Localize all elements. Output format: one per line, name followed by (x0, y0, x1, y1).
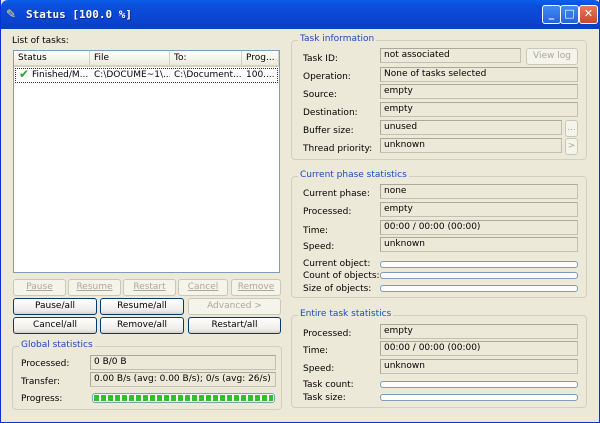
phase-processed-value: empty (380, 202, 578, 217)
current-object-bar (380, 261, 578, 268)
source-value: empty (380, 84, 578, 99)
restart-button[interactable]: Restart (123, 279, 176, 296)
resume-all-button[interactable]: Resume/all (100, 298, 184, 315)
task-list-header: Status File To: Prog... (14, 51, 279, 67)
checkmark-icon: ✔ (19, 67, 30, 81)
operation-value: None of tasks selected (380, 67, 578, 82)
status-window: ✎ Status [100.0 %] _ □ ✕ List of tasks: … (0, 0, 600, 423)
size-of-objects-label: Size of objects: (303, 284, 372, 294)
restart-label: Restart (133, 282, 166, 292)
global-statistics-title: Global statistics (19, 340, 95, 350)
task-count-bar (380, 381, 578, 388)
phase-time-value: 00:00 / 00:00 (00:00) (380, 220, 578, 235)
phase-speed-value: unknown (380, 237, 578, 252)
entire-processed-value: empty (380, 324, 578, 339)
count-of-objects-bar (380, 272, 578, 279)
entire-task-title: Entire task statistics (298, 309, 394, 319)
remove-button[interactable]: Remove (231, 279, 281, 296)
phase-time-label: Time: (303, 226, 329, 236)
current-phase-title: Current phase statistics (298, 170, 409, 180)
pause-all-button[interactable]: Pause/all (13, 298, 97, 315)
task-size-bar (380, 394, 578, 401)
column-progress[interactable]: Prog... (242, 51, 279, 67)
thread-priority-label: Thread priority: (303, 144, 373, 154)
title-bar[interactable]: ✎ Status [100.0 %] _ □ ✕ (1, 0, 600, 29)
app-folder-icon: ✎ (6, 7, 17, 21)
pause-button[interactable]: Pause (13, 279, 66, 296)
task-count-label: Task count: (303, 380, 354, 390)
destination-value: empty (380, 102, 578, 117)
phase-processed-label: Processed: (303, 207, 352, 217)
buffer-size-button[interactable]: ... (565, 120, 578, 137)
close-button[interactable]: ✕ (579, 5, 598, 24)
task-id-value: not associated (380, 48, 521, 63)
thread-priority-button[interactable]: > (565, 138, 578, 155)
row-to: C:\Document... (174, 70, 242, 80)
cancel-all-button[interactable]: Cancel/all (13, 317, 97, 334)
column-to[interactable]: To: (170, 51, 242, 67)
minimize-button[interactable]: _ (542, 5, 561, 24)
row-status: Finished/M... (32, 70, 88, 80)
count-of-objects-label: Count of objects: (303, 271, 380, 281)
pause-label: Pause (26, 282, 53, 292)
source-label: Source: (303, 90, 337, 100)
remove-label: Remove (237, 282, 275, 292)
phase-speed-label: Speed: (303, 242, 335, 252)
task-size-label: Task size: (303, 393, 346, 403)
entire-time-label: Time: (303, 346, 329, 356)
row-file: C:\DOCUME~1\... (94, 70, 170, 80)
buffer-size-label: Buffer size: (303, 126, 354, 136)
window-title: Status [100.0 %] (26, 8, 132, 21)
table-row[interactable]: ✔ Finished/M... C:\DOCUME~1\... C:\Docum… (15, 67, 278, 83)
cancel-button[interactable]: Cancel (178, 279, 228, 296)
resume-button[interactable]: Resume (68, 279, 121, 296)
cancel-label: Cancel (187, 282, 219, 292)
size-of-objects-bar (380, 285, 578, 292)
current-object-label: Current object: (303, 259, 371, 269)
column-file[interactable]: File (90, 51, 170, 67)
restart-all-button[interactable]: Restart/all (188, 317, 281, 334)
row-progress: 100.... (246, 70, 275, 80)
task-id-label: Task ID: (303, 54, 338, 64)
remove-all-button[interactable]: Remove/all (100, 317, 184, 334)
global-processed-label: Processed: (21, 359, 70, 369)
global-progress-label: Progress: (21, 394, 63, 404)
task-information-title: Task information (298, 34, 377, 44)
maximize-button[interactable]: □ (560, 5, 579, 24)
task-list-heading: List of tasks: (12, 36, 69, 46)
global-processed-value: 0 B/0 B (90, 355, 276, 370)
global-transfer-label: Transfer: (21, 377, 61, 387)
thread-priority-value: unknown (380, 138, 562, 153)
advanced-button[interactable]: Advanced > (188, 298, 281, 315)
global-transfer-value: 0.00 B/s (avg: 0.00 B/s); 0/s (avg: 26/s… (90, 372, 276, 387)
current-phase-value: none (380, 184, 578, 199)
column-status[interactable]: Status (14, 51, 90, 67)
entire-processed-label: Processed: (303, 329, 352, 339)
view-log-button[interactable]: View log (526, 48, 578, 65)
resume-label: Resume (76, 282, 113, 292)
task-list[interactable]: Status File To: Prog... ✔ Finished/M... … (13, 50, 280, 273)
global-progress-bar (92, 393, 275, 403)
current-phase-label: Current phase: (303, 189, 370, 199)
entire-speed-label: Speed: (303, 364, 335, 374)
entire-speed-value: unknown (380, 359, 578, 374)
destination-label: Destination: (303, 108, 358, 118)
operation-label: Operation: (303, 72, 351, 82)
entire-time-value: 00:00 / 00:00 (00:00) (380, 341, 578, 356)
buffer-size-value: unused (380, 120, 562, 135)
global-progress-fill (94, 395, 273, 401)
